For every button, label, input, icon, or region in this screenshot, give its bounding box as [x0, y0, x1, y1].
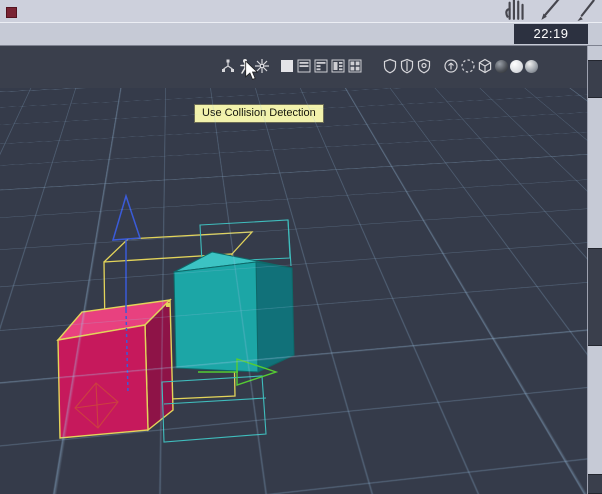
shaded-sphere-icon[interactable] [525, 59, 538, 73]
ghost-lower-rect [161, 375, 267, 443]
layout-solid-button[interactable] [279, 58, 295, 74]
circle-arrow-icon [444, 59, 458, 73]
wire-cube-icon [478, 58, 492, 74]
shield-line-button[interactable] [399, 58, 415, 74]
side-panel-strip[interactable] [587, 46, 602, 494]
ghost-upper-edge-right [287, 219, 292, 267]
magenta-cube[interactable] [56, 298, 174, 439]
titlebar-icon-group [502, 0, 598, 21]
toolbar [220, 58, 539, 74]
brush-icon[interactable] [537, 0, 563, 21]
white-sphere-icon[interactable] [510, 59, 523, 73]
layout-preset-2-button[interactable] [313, 58, 329, 74]
gizmo-z-head [111, 193, 142, 241]
scene-layer [56, 193, 295, 443]
dashed-circle-button[interactable] [460, 58, 476, 74]
layout-preset-1-icon [297, 59, 311, 73]
shield-dot-button[interactable] [416, 58, 432, 74]
layout-preset-3-button[interactable] [330, 58, 346, 74]
mouse-cursor [245, 61, 259, 80]
wire-cube-button[interactable] [477, 58, 493, 74]
tooltip: Use Collision Detection [194, 104, 324, 123]
shield-plain-button[interactable] [382, 58, 398, 74]
layout-preset-4-icon [348, 59, 362, 73]
panel-divider-block[interactable] [588, 248, 602, 346]
title-bar [0, 0, 602, 23]
pen-icon[interactable] [572, 0, 598, 21]
teal-cube-front [173, 261, 259, 373]
viewport-header [0, 46, 588, 89]
layout-preset-3-icon [331, 59, 345, 73]
ghost-wire-lower[interactable] [161, 375, 267, 443]
panel-divider-block[interactable] [588, 474, 602, 494]
parent-links-button[interactable] [220, 58, 236, 74]
panel-divider-block[interactable] [588, 60, 602, 98]
teal-cube[interactable] [173, 251, 295, 373]
3d-viewport[interactable] [0, 88, 588, 494]
layout-solid-icon [281, 60, 293, 72]
origin-handle[interactable] [166, 303, 170, 307]
dark-sphere-icon[interactable] [495, 59, 508, 73]
shield-dot-icon [417, 58, 431, 74]
window-badge [6, 7, 17, 18]
teal-cube-right [255, 261, 295, 373]
clock-display: 22:19 [514, 24, 588, 44]
layout-preset-1-button[interactable] [296, 58, 312, 74]
status-bar: 22:19 [0, 23, 602, 46]
hand-icon[interactable] [502, 0, 528, 21]
parent-links-icon [222, 59, 234, 72]
circle-arrow-button[interactable] [443, 58, 459, 74]
shield-plain-icon [383, 58, 397, 74]
shield-line-icon [400, 58, 414, 74]
dashed-circle-icon [461, 59, 475, 73]
layout-preset-4-button[interactable] [347, 58, 363, 74]
layout-preset-2-icon [314, 59, 328, 73]
